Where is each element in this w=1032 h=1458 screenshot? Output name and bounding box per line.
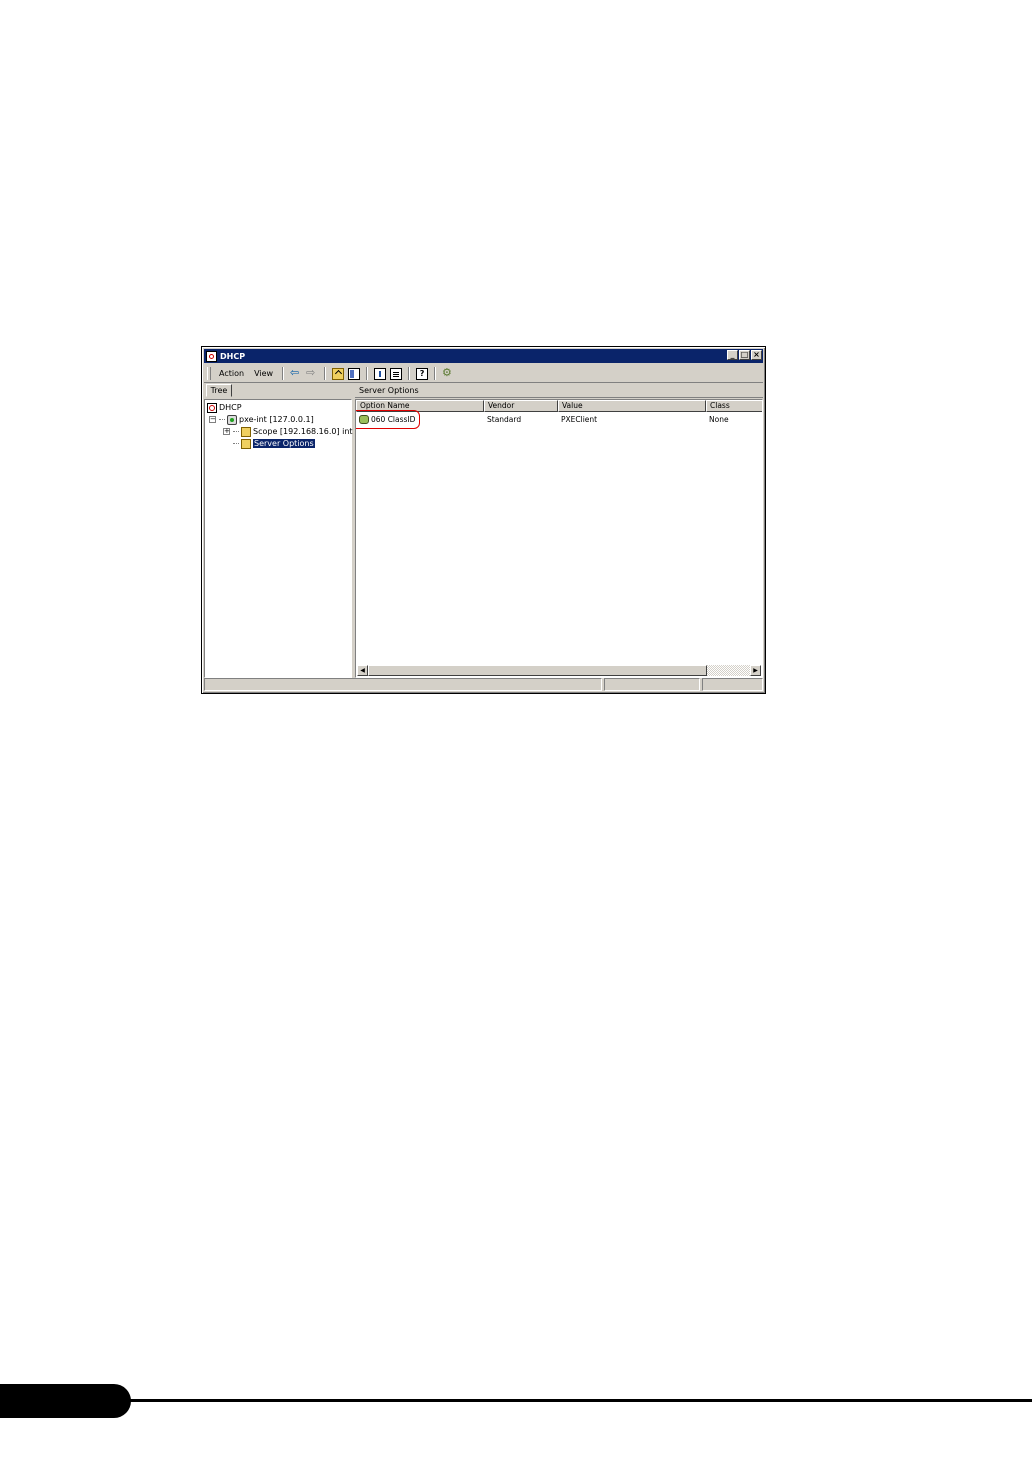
tree-node-label: pxe-int [127.0.0.1] — [239, 415, 314, 424]
toolbar-separator — [282, 367, 285, 380]
column-headers: Option Name Vendor Value Class — [356, 400, 762, 412]
toolbar-separator — [434, 367, 437, 380]
status-panel-2 — [604, 678, 700, 691]
forward-icon[interactable] — [306, 366, 318, 380]
details-pane: Server Options Option Name Vendor Value … — [355, 384, 763, 678]
tree-node-label: Server Options — [253, 439, 315, 448]
tree-node-scope[interactable]: + Scope [192.168.16.0] int — [223, 426, 353, 437]
status-panel-3 — [702, 678, 763, 691]
page-number-tab — [0, 1384, 131, 1418]
cell-vendor: Standard — [487, 415, 522, 424]
table-row[interactable]: 060 ClassID Standard PXEClient None — [356, 409, 762, 429]
dhcp-app-icon — [206, 350, 217, 362]
cell-option-name: 060 ClassID — [356, 409, 484, 429]
tree-node-server-options[interactable]: Server Options — [233, 438, 315, 449]
column-header-class[interactable]: Class — [706, 400, 762, 412]
menu-action[interactable]: Action — [214, 369, 249, 378]
tree-view: DHCP − pxe-int [127.0.0.1] + Scope [192.… — [204, 399, 353, 678]
folder-icon — [241, 438, 251, 449]
column-header-vendor[interactable]: Vendor — [484, 400, 558, 412]
window-controls: _ □ × — [727, 350, 762, 360]
properties-icon[interactable] — [390, 367, 403, 380]
toolbar: Action View ? — [204, 365, 763, 383]
expand-icon[interactable]: + — [223, 428, 230, 435]
tree-node-server[interactable]: − pxe-int [127.0.0.1] — [209, 414, 314, 425]
up-one-level-icon[interactable] — [332, 367, 345, 380]
title-bar[interactable]: DHCP _ □ × — [204, 349, 763, 363]
tree-connector — [233, 443, 239, 444]
toolbar-separator — [408, 367, 411, 380]
back-icon[interactable] — [290, 366, 302, 380]
toolbar-separator — [324, 367, 327, 380]
export-list-icon[interactable] — [374, 367, 387, 380]
collapse-icon[interactable]: − — [209, 416, 216, 423]
close-button[interactable]: × — [751, 350, 762, 360]
cell-class: None — [709, 415, 729, 424]
folder-icon — [241, 426, 251, 437]
tree-node-label: DHCP — [219, 403, 242, 412]
scroll-thumb[interactable] — [368, 665, 707, 676]
status-bar — [204, 678, 763, 691]
scroll-right-button[interactable]: ▶ — [750, 665, 761, 676]
status-panel-main — [204, 678, 602, 691]
toolbar-separator — [366, 367, 369, 380]
maximize-button[interactable]: □ — [739, 350, 750, 360]
column-header-value[interactable]: Value — [558, 400, 706, 412]
server-icon — [227, 414, 237, 425]
tree-connector — [233, 431, 239, 432]
option-icon — [359, 415, 369, 425]
details-header: Server Options — [355, 384, 763, 398]
horizontal-scrollbar[interactable]: ◀ ▶ — [357, 665, 761, 676]
show-hide-tree-icon[interactable] — [348, 367, 361, 380]
tab-tree[interactable]: Tree — [206, 384, 232, 397]
footer-rule — [120, 1399, 1032, 1402]
dhcp-icon — [207, 402, 217, 413]
window-title: DHCP — [220, 351, 246, 361]
cell-value: PXEClient — [561, 415, 598, 424]
toolbar-grip — [207, 367, 211, 380]
refresh-icon[interactable] — [442, 366, 454, 380]
scroll-left-button[interactable]: ◀ — [357, 665, 368, 676]
menu-view[interactable]: View — [249, 369, 278, 378]
tree-node-label: Scope [192.168.16.0] int — [253, 427, 353, 436]
tree-pane: Tree DHCP − pxe-int [127.0.0.1] + Scope … — [204, 384, 353, 678]
option-name-text: 060 ClassID — [371, 414, 416, 424]
help-icon[interactable]: ? — [416, 367, 429, 380]
dhcp-window: DHCP _ □ × Action View ? Tree DHCP — [201, 346, 766, 694]
tree-node-dhcp[interactable]: DHCP — [207, 402, 242, 413]
scroll-track[interactable] — [368, 665, 750, 676]
options-list: Option Name Vendor Value Class 060 Class… — [355, 399, 763, 678]
column-header-option-name[interactable]: Option Name — [356, 400, 484, 412]
tree-connector — [219, 419, 225, 420]
minimize-button[interactable]: _ — [727, 350, 738, 360]
